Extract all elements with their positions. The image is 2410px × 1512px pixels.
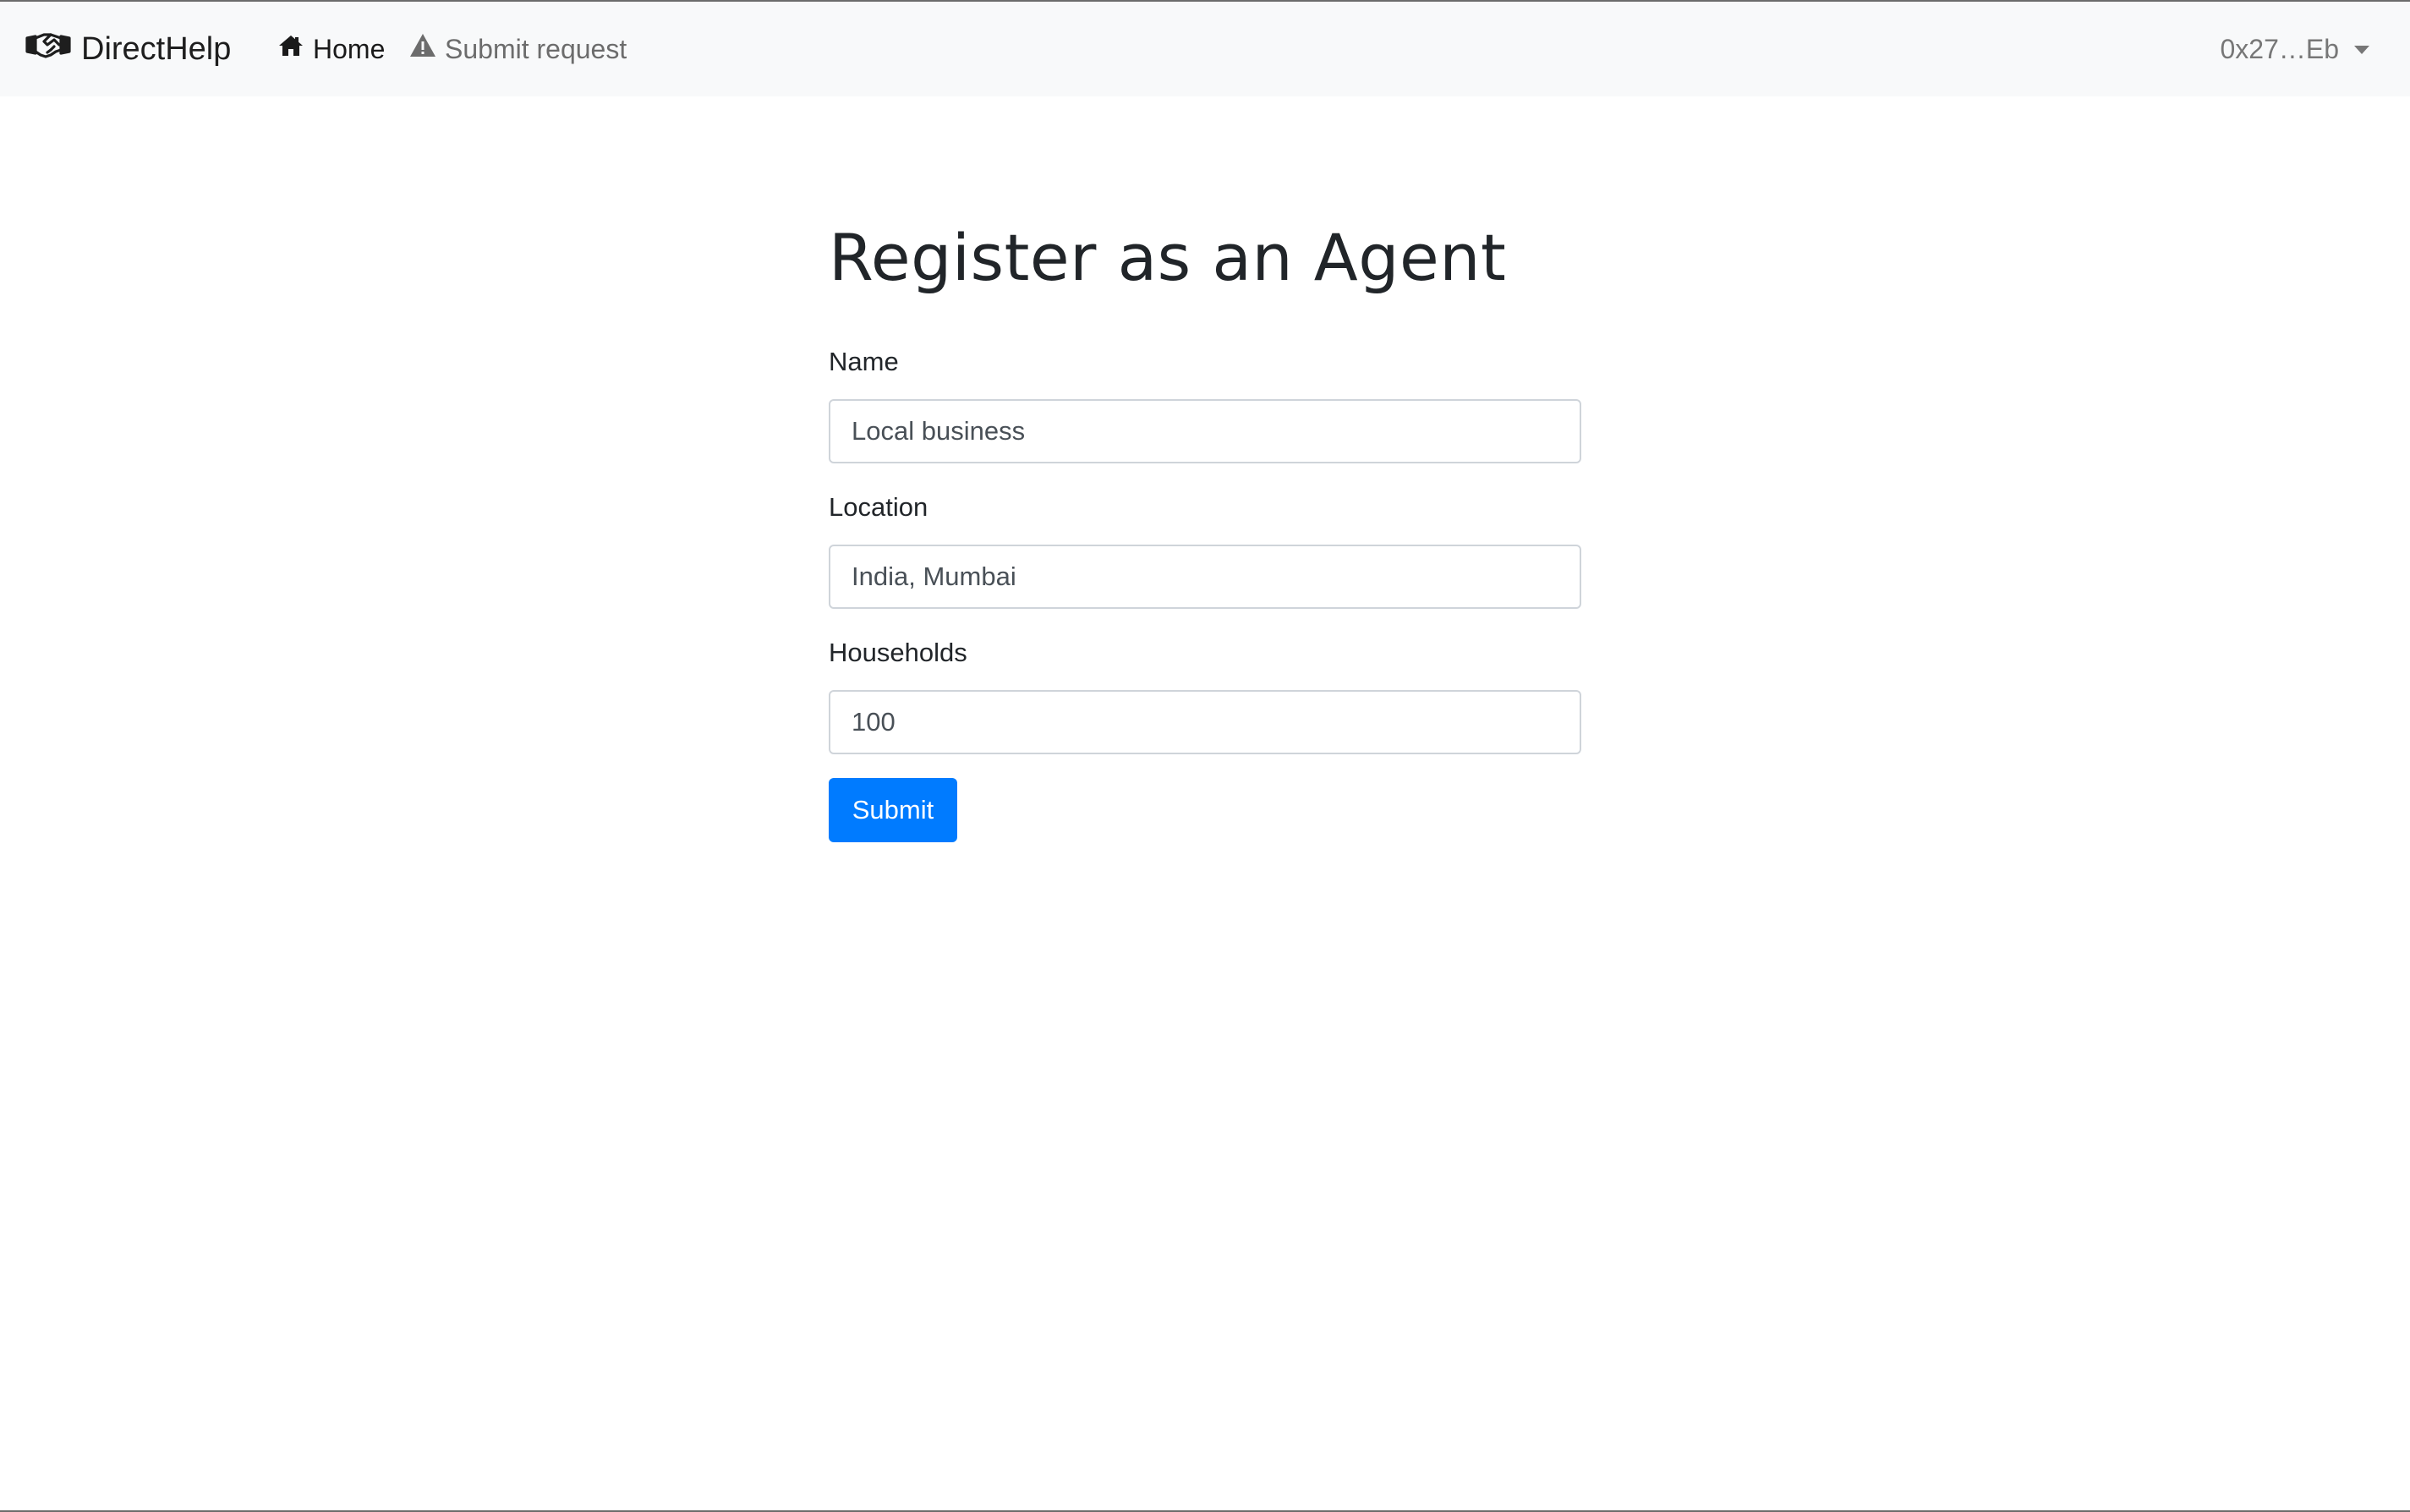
- name-label: Name: [829, 347, 899, 376]
- households-label: Households: [829, 638, 967, 667]
- name-input[interactable]: [829, 399, 1581, 463]
- home-icon: [277, 32, 304, 66]
- brand-link[interactable]: DirectHelp: [25, 2, 231, 96]
- account-dropdown[interactable]: 0x27…Eb: [2220, 2, 2369, 96]
- page-title: Register as an Agent: [829, 220, 1507, 295]
- chevron-down-icon: [2354, 46, 2369, 54]
- app-frame: DirectHelp Home Submit request 0x27…Eb R…: [0, 0, 2410, 1512]
- brand-name: DirectHelp: [81, 30, 232, 67]
- nav-submit-request-link[interactable]: Submit request: [409, 2, 627, 96]
- register-agent-form: Register as an Agent Name Location House…: [829, 211, 1581, 842]
- nav-home-link[interactable]: Home: [277, 2, 385, 96]
- navbar: DirectHelp Home Submit request 0x27…Eb: [0, 2, 2410, 96]
- households-field-group: Households: [829, 636, 1581, 754]
- name-field-group: Name: [829, 345, 1581, 463]
- location-input[interactable]: [829, 545, 1581, 609]
- submit-button[interactable]: Submit: [829, 778, 957, 842]
- nav-home-label: Home: [313, 33, 386, 64]
- location-field-group: Location: [829, 490, 1581, 609]
- handshake-icon: [25, 28, 71, 70]
- nav-submit-request-label: Submit request: [445, 33, 627, 64]
- warning-icon: [409, 32, 436, 66]
- households-input[interactable]: [829, 690, 1581, 754]
- location-label: Location: [829, 492, 928, 522]
- account-address: 0x27…Eb: [2220, 33, 2339, 64]
